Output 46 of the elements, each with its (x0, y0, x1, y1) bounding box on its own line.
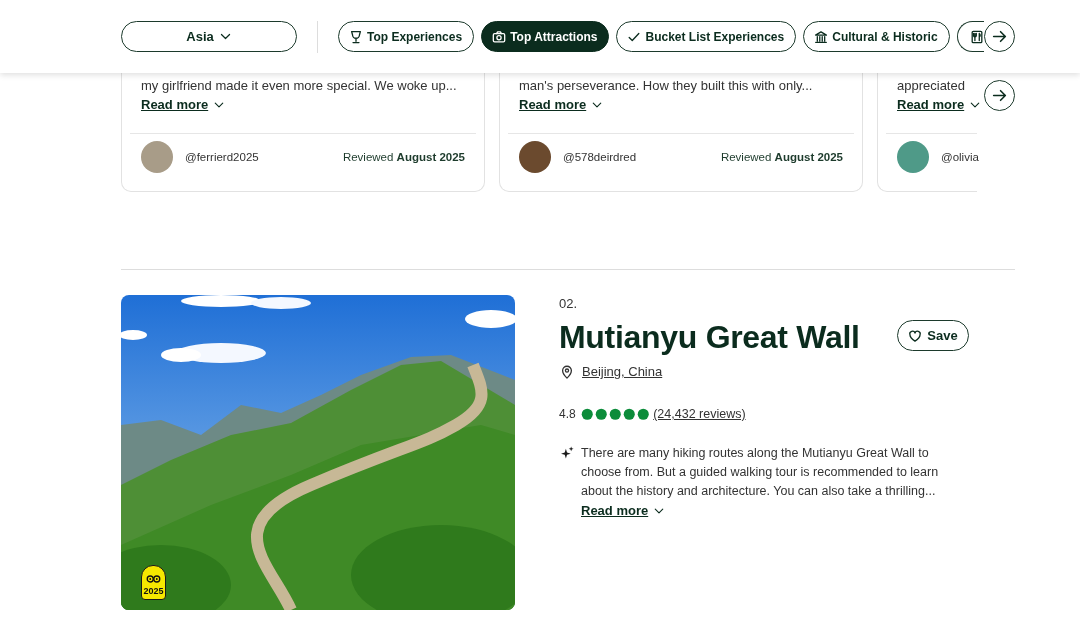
avatar-icon (897, 141, 929, 173)
pin-icon (560, 365, 574, 379)
location-link[interactable]: Beijing, China (582, 363, 663, 381)
username: @olivia (941, 151, 979, 163)
next-button[interactable] (984, 21, 1015, 52)
heart-icon (908, 328, 923, 343)
next-button[interactable] (984, 80, 1015, 111)
badge-year: 2025 (143, 586, 164, 596)
review-text: my girlfriend made it even more special. We woke up... (141, 77, 458, 95)
review-text: man's perseverance. How they built this with only... (519, 77, 814, 95)
review-date: Reviewed August 2025 (342, 151, 465, 163)
filter-chip[interactable]: Bucket List Experiences (616, 21, 797, 52)
sparkle-icon (561, 446, 574, 459)
summary-text: There are many hiking routes along the Mutianyu Great Wall to choose from. But a guided walking tour is recommended to learn about the history and architecture. You can also take a thrilling... (581, 445, 940, 500)
arrow-right-icon (991, 28, 1008, 45)
arrow-right-icon (991, 87, 1008, 104)
filter-chip[interactable]: Cultural & Historic (803, 21, 950, 52)
landmark-icon (814, 29, 829, 44)
filter-chip[interactable]: Top Attractions (481, 21, 610, 52)
reviews-link[interactable]: (24,432 reviews) (653, 405, 746, 423)
rating-dot-icon (636, 407, 650, 421)
save-button[interactable]: Save (897, 320, 969, 351)
avatar-icon (141, 141, 173, 173)
avatar-icon (519, 141, 551, 173)
menu-card-icon (969, 29, 984, 44)
read-more-link[interactable]: Read more (897, 95, 982, 114)
username: @ferrierd2025 (185, 151, 259, 163)
region-dropdown[interactable]: Asia (121, 21, 297, 52)
rank-number: 02. (559, 295, 579, 313)
filter-chip[interactable]: Top Experiences (338, 21, 475, 52)
username: @578deirdred (563, 151, 637, 163)
rating-dot-icon (608, 407, 622, 421)
owl-icon (146, 574, 161, 584)
rating-dot-icon (622, 407, 636, 421)
filter-chip[interactable] (956, 21, 984, 52)
read-more-link[interactable]: Read more (519, 95, 604, 114)
read-more-link[interactable]: Read more (141, 95, 226, 114)
rating-dot-icon (580, 407, 594, 421)
review-date: Reviewed August 2025 (720, 151, 843, 163)
rating-dot-icon (594, 407, 608, 421)
attraction-title: Mutianyu Great Wall (559, 318, 860, 357)
read-more-link[interactable]: Read more (581, 501, 666, 520)
rating-score: 4.8 (559, 406, 576, 423)
trophy-icon (349, 29, 363, 44)
review-text: appreciated (897, 77, 966, 95)
camera-icon (492, 29, 507, 44)
